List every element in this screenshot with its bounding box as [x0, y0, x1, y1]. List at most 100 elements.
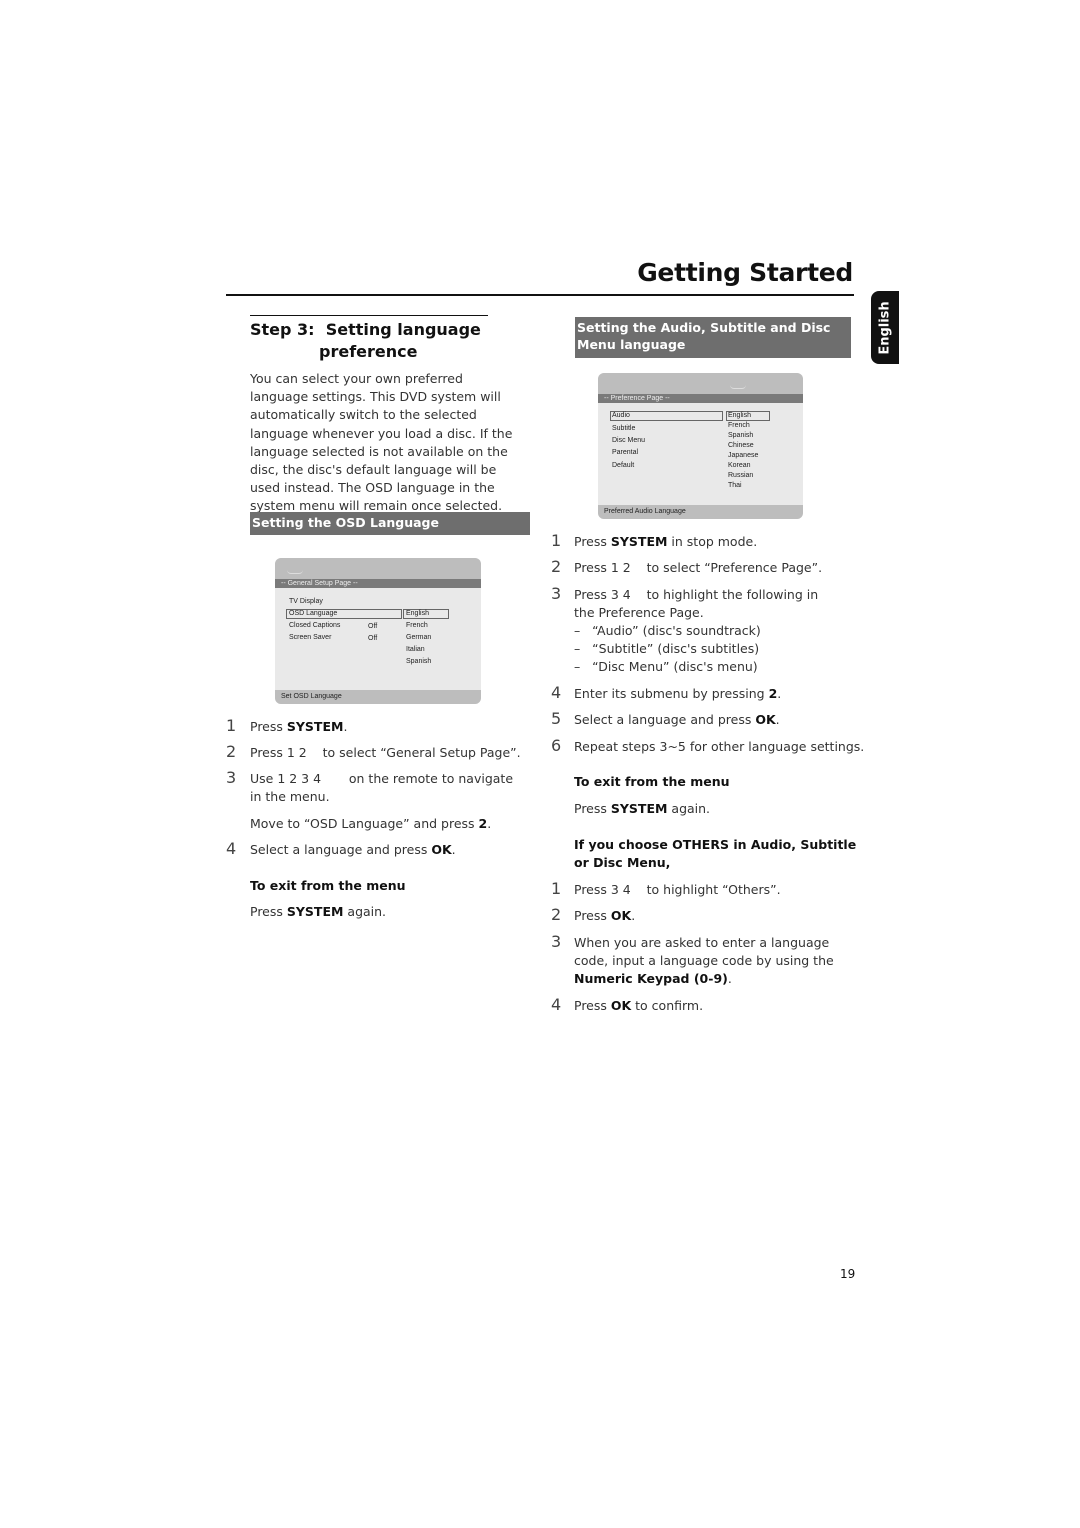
option: Spanish — [406, 658, 432, 665]
menu-item: Parental — [612, 449, 639, 456]
dash-item: – “Audio” (disc's soundtrack) — [574, 623, 761, 638]
step-text: Press — [574, 534, 611, 549]
step-text: Move to “OSD Language” and press — [250, 816, 479, 831]
osd-step-1: Press SYSTEM. — [250, 718, 347, 736]
step-text: . — [451, 842, 456, 857]
step-text: Select a language and press — [574, 712, 756, 727]
menu-item: TV Display — [289, 598, 323, 605]
step-text: Press — [250, 719, 287, 734]
others-step-1: Press 3 4 to highlight “Others”. — [574, 882, 781, 897]
osd-step-2: Press 1 2 to select “General Setup Page”… — [250, 745, 521, 760]
step-number: 3 — [226, 768, 237, 787]
osd-section-heading: Setting the OSD Language — [250, 512, 530, 535]
preference-screen: -- Preference Page -- Audio Subtitle Dis… — [598, 373, 803, 519]
step-text: . — [727, 971, 732, 986]
option: Spanish — [728, 432, 754, 439]
menu-item: Default — [612, 462, 635, 469]
step-divider — [250, 315, 488, 316]
option: Korean — [728, 462, 751, 469]
exit-bold: SYSTEM — [610, 801, 668, 816]
others-step-3: When you are asked to enter a language c… — [574, 934, 849, 988]
step-number: 1 — [226, 716, 237, 735]
audio-step-5: Select a language and press OK. — [574, 711, 780, 729]
option: French — [406, 622, 428, 629]
step-title-line2: preference — [319, 342, 418, 361]
others-step-4: Press OK to confirm. — [574, 997, 703, 1015]
step-bold: 2 — [768, 686, 778, 701]
screen-page-header: -- General Setup Page -- — [275, 579, 481, 588]
general-setup-screen: -- General Setup Page -- TV Display OSD … — [275, 558, 481, 704]
option: German — [406, 634, 432, 641]
osd-step-4: Select a language and press OK. — [250, 841, 456, 859]
audio-step-2: Press 1 2 to select “Preference Page”. — [574, 560, 823, 575]
exit-text: again. — [667, 801, 711, 816]
step-text: Press — [574, 998, 611, 1013]
option: Thai — [728, 482, 742, 489]
dash-text: “Audio” (disc's soundtrack) — [592, 623, 761, 638]
step-bold: OK — [610, 908, 632, 923]
audio-section-heading: Setting the Audio, Subtitle and Disc Men… — [575, 317, 851, 358]
option: Japanese — [728, 452, 759, 459]
menu-item: Disc Menu — [612, 437, 646, 444]
page-title: Getting Started — [637, 258, 853, 287]
audio-step-4: Enter its submenu by pressing 2. — [574, 685, 781, 703]
step-label: Step 3: — [250, 320, 315, 339]
step-number: 1 — [551, 879, 562, 898]
option: Chinese — [728, 442, 754, 449]
step-number: 2 — [551, 557, 562, 576]
step-text: in stop mode. — [667, 534, 758, 549]
step-bold: 2 — [478, 816, 488, 831]
menu-item: Audio — [612, 412, 630, 419]
step-bold: SYSTEM — [610, 534, 668, 549]
step-text: Select a language and press — [250, 842, 432, 857]
osd-step-3: Use 1 2 3 4 on the remote to navigate in… — [250, 771, 517, 804]
step-text: Enter its submenu by pressing — [574, 686, 769, 701]
screen-footer: Set OSD Language — [275, 690, 481, 704]
step-number: 3 — [551, 932, 562, 951]
title-divider — [226, 294, 854, 296]
menu-value: Off — [368, 635, 378, 642]
dash-text: “Subtitle” (disc's subtitles) — [592, 641, 760, 656]
dash-item: – “Disc Menu” (disc's menu) — [574, 659, 758, 674]
step-number: 6 — [551, 736, 562, 755]
audio-step-3: Press 3 4 to highlight the following in … — [574, 587, 823, 620]
osd-exit-heading: To exit from the menu — [250, 878, 406, 893]
menu-item: Subtitle — [612, 425, 636, 432]
step-bold: OK — [431, 842, 452, 857]
logo-icon — [730, 385, 746, 389]
audio-exit-heading: To exit from the menu — [574, 774, 730, 789]
step-number: 3 — [551, 584, 562, 603]
step-number: 4 — [551, 995, 562, 1014]
step-number: 2 — [551, 905, 562, 924]
step-bold: SYSTEM — [286, 719, 344, 734]
option: Italian — [406, 646, 425, 653]
others-heading: If you choose OTHERS in Audio, Subtitle … — [574, 837, 857, 870]
audio-step-6: Repeat steps 3~5 for other language sett… — [574, 739, 865, 754]
step-text: . — [487, 816, 492, 831]
screen-footer: Preferred Audio Language — [598, 505, 803, 519]
step-text: . — [775, 712, 780, 727]
step-bold: Numeric Keypad (0-9) — [574, 971, 728, 986]
page-number: 19 — [840, 1267, 856, 1281]
step-number: 4 — [226, 839, 237, 858]
exit-bold: SYSTEM — [286, 904, 344, 919]
step-number: 5 — [551, 709, 562, 728]
step-text: Press — [574, 908, 611, 923]
exit-text: again. — [343, 904, 387, 919]
osd-step-3b: Move to “OSD Language” and press 2. — [250, 815, 491, 833]
step-number: 4 — [551, 683, 562, 702]
audio-exit-text: Press SYSTEM again. — [574, 800, 710, 818]
step-text: . — [343, 719, 348, 734]
audio-step-1: Press SYSTEM in stop mode. — [574, 533, 757, 551]
intro-paragraph: You can select your own preferred langua… — [250, 371, 513, 514]
others-step-2: Press OK. — [574, 907, 635, 925]
language-tab-label: English — [877, 300, 893, 355]
step-text: When you are asked to enter a language c… — [574, 935, 834, 968]
option: English — [728, 412, 751, 419]
dash-text: “Disc Menu” (disc's menu) — [592, 659, 758, 674]
menu-item: Closed Captions — [289, 622, 341, 629]
dash-item: – “Subtitle” (disc's subtitles) — [574, 641, 760, 656]
step-number: 1 — [551, 531, 562, 550]
option: French — [728, 422, 750, 429]
step-text: . — [777, 686, 782, 701]
